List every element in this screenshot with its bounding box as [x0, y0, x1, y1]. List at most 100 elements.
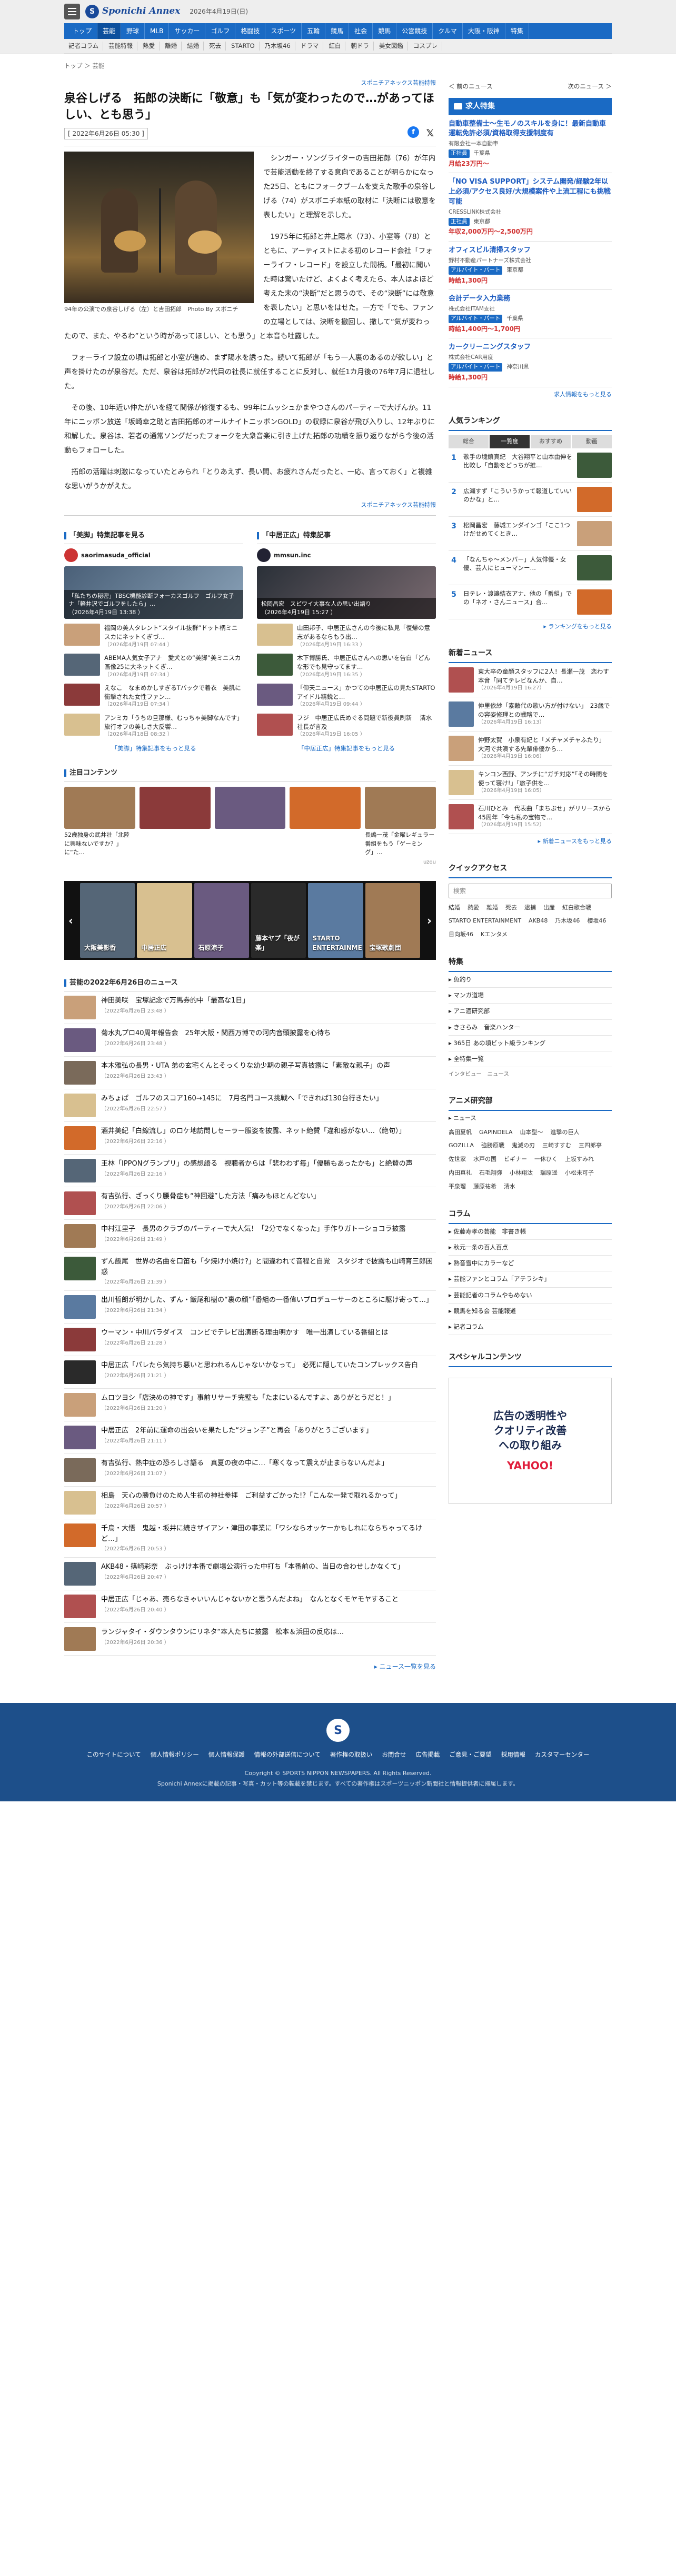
anime-tag[interactable]: 進撃の巨人 [550, 1127, 579, 1138]
feature-list-item[interactable]: えなこ なまめかしすぎるTバックで着衣 美肌に衝撃された女性ファン… （2026年… [64, 684, 243, 709]
anime-tag[interactable]: ビギナー [504, 1154, 527, 1165]
anime-tag[interactable]: 一休ひく [534, 1154, 558, 1165]
column-item[interactable]: ▸ 佐藤寿孝の芸能 非書き帳 [449, 1224, 612, 1240]
footer-link[interactable]: 情報の外部送信について [254, 1750, 321, 1759]
job-listing[interactable]: 会計データ入力業務 株式会社ITAM支社 アルバイト・パート 千葉県 時給1,400円〜… [449, 290, 612, 339]
footer-logo[interactable]: S [326, 1719, 350, 1742]
tokushu-item[interactable]: ▸ アニ酒研究部 [449, 1004, 612, 1020]
footer-link[interactable]: 採用情報 [501, 1750, 525, 1759]
nav-item[interactable]: サッカー [169, 23, 206, 39]
footer-link[interactable]: 個人情報ポリシー [151, 1750, 199, 1759]
jobs-more-link[interactable]: 求人情報をもっと見る [449, 390, 612, 399]
quick-tag[interactable]: 日向坂46 [449, 929, 473, 940]
notable-card[interactable] [290, 787, 361, 857]
carousel-slide[interactable]: 石原涼子 [194, 883, 249, 958]
feature-main-image[interactable]: 「私たちの秘密」TBSC機能診断フォーカスゴルフ ゴルフ女子ナ「軽井沢でゴルフを… [64, 566, 243, 619]
news-list-item[interactable]: みちょぱ ゴルフのスコア160→145に 7月名門コース挑戦へ「できれば130台… [64, 1089, 436, 1122]
latest-news-item[interactable]: 東大卒の童顔スタッフに2人！長瀬一茂 恋わす本音「同てテレビなんか、自… （202… [449, 663, 612, 697]
news-list-item[interactable]: 本木雅弘の長男・UTA 弟の玄宅くんとそっくりな幼少期の親子写真披露に「素敵な親… [64, 1057, 436, 1090]
feature-list-item[interactable]: 「仰天ニュース」かつての中居正広の見たSTARTOアイドル精鋭と… （2026年4… [257, 684, 436, 709]
footer-link[interactable]: 広告掲載 [415, 1750, 440, 1759]
quick-tag[interactable]: 離婚 [486, 903, 498, 913]
quick-tag[interactable]: 死去 [505, 903, 517, 913]
anime-tag[interactable]: 小松未可子 [565, 1168, 594, 1178]
carousel-slide[interactable]: 中居正広 [137, 883, 192, 958]
footer-link[interactable]: 著作権の取扱い [330, 1750, 373, 1759]
subnav-item[interactable]: 乃木坂46 [261, 41, 295, 51]
ranking-item[interactable]: 3 松岡昌宏 藤城エンダインゴ「ここ1つけだせめてくとき… [449, 517, 612, 551]
prev-news-link[interactable]: ＜ 前のニュース [449, 82, 493, 91]
ranking-tab[interactable]: 総合 [449, 435, 489, 448]
subnav-item[interactable]: 紅白 [324, 41, 346, 51]
anime-tag[interactable]: 内田真礼 [449, 1168, 472, 1178]
news-list-item[interactable]: 有吉弘行、熱中症の恐ろしさ語る 真夏の夜の中に…「寒くなって震えが止まらないんだ… [64, 1454, 436, 1487]
breadcrumb-category[interactable]: 芸能 [92, 62, 104, 69]
anime-news-link[interactable]: ▸ ニュース [449, 1114, 612, 1123]
nav-item[interactable]: 五輪 [302, 23, 326, 39]
news-list-item[interactable]: ランジャタイ・ダウンタウンにリネタ“本人たちに披露 松本＆浜田の反応は… （202… [64, 1623, 436, 1656]
nav-item[interactable]: 競馬 [325, 23, 350, 39]
tokushu-item[interactable]: ▸ 魚釣り [449, 972, 612, 988]
news-list-item[interactable]: 有吉弘行、ざっくり腰骨症も“神回避”した方法「痛みもほとんどない」 （2022年6… [64, 1187, 436, 1220]
job-listing[interactable]: 自動車整備士〜生モノのスキルを身に！最新自動車運転免許必須/資格取得支援制度有有… [449, 115, 612, 174]
feature-list-item[interactable]: フジ 中居正広氏めぐる問題で新役員刷新 清水社長が言及 （2026年4月19日 1… [257, 713, 436, 739]
notable-card[interactable] [214, 787, 286, 857]
ranking-item[interactable]: 2 広瀬すず「こういうかって報道していいのかな」と… [449, 483, 612, 517]
column-item[interactable]: ▸ 記者コラム [449, 1319, 612, 1336]
latest-news-item[interactable]: キンコン西野、アンチに“ガチ対応”「その時間を使って寝け!」「旅子供を… （202… [449, 766, 612, 800]
subnav-item[interactable]: 死去 [205, 41, 226, 51]
profile-link[interactable]: saorimasuda_official [64, 548, 243, 563]
nav-item[interactable]: クルマ [433, 23, 463, 39]
footer-link[interactable]: お問合せ [382, 1750, 406, 1759]
special-ad-banner[interactable]: 広告の透明性や クオリティ改善 への取り組み YAHOO! [449, 1378, 612, 1505]
notable-card[interactable]: 長嶋一茂「金曜レギュラー番組をもう「ゲーミング」… [365, 787, 436, 857]
anime-tag[interactable]: 三四郎亭 [579, 1140, 602, 1151]
carousel-slide[interactable]: STARTO ENTERTAINMENT [308, 883, 363, 958]
subnav-item[interactable]: 離婚 [161, 41, 182, 51]
anime-tag[interactable]: 強勝原戦 [481, 1140, 504, 1151]
feature-main-image[interactable]: 松岡昌宏 スピワイ大事な人の思い出語り （2026年4月19日 15:27 ） [257, 566, 436, 619]
news-list-item[interactable]: ウーマン・中川パラダイス コンビでテレビ出演断る理由明かす 唯一出演している番組… [64, 1324, 436, 1357]
tokushu-item[interactable]: ▸ きさらみ 音楽ハンター [449, 1020, 612, 1036]
subnav-item[interactable]: ドラマ [296, 41, 324, 51]
subnav-item[interactable]: コスプレ [409, 41, 442, 51]
news-list-item[interactable]: 中村江里子 長男のクラブのパーティーで大人気！「2分でなくなった」手作りガトーシ… [64, 1220, 436, 1253]
nav-item[interactable]: 格闘技 [235, 23, 266, 39]
next-news-link[interactable]: 次のニュース ＞ [568, 82, 612, 91]
anime-tag[interactable]: 水戸の国 [473, 1154, 496, 1165]
anime-tag[interactable]: 瑞原遥 [540, 1168, 558, 1178]
quick-tag[interactable]: STARTO ENTERTAINMENT [449, 916, 521, 926]
news-list-item[interactable]: ずん飯尾 世界の名曲を口笛も「夕焼け小焼け?」と間違われて音程と自覚 スタジオで… [64, 1252, 436, 1291]
nav-item[interactable]: 大阪・阪神 [463, 23, 505, 39]
subnav-item[interactable]: 美女図鑑 [375, 41, 408, 51]
article-source-top[interactable]: スポニチアネックス芸能特報 [64, 79, 436, 88]
quick-tag[interactable]: 乃木坂46 [555, 916, 580, 926]
quick-tag[interactable]: 出産 [543, 903, 555, 913]
feature-heading[interactable]: 「中居正広」特集記事 [257, 527, 436, 545]
feature-list-item[interactable]: 山田邦子、中居正広さんの今後に私見「復帰の意志があるならもう出… （2026年4月… [257, 624, 436, 649]
feature-more-link[interactable]: 「美脚」特集記事をもっと見る [64, 744, 243, 753]
anime-tag[interactable]: 三崎すすむ [542, 1140, 571, 1151]
search-input[interactable]: 検索 [449, 883, 612, 898]
latest-news-item[interactable]: 石川ひとみ 代表曲「まちぶせ」がリリースから45周年「今も私の宝物で… （2026… [449, 800, 612, 834]
news-list-item[interactable]: 出川哲朗が明かした、ずん・飯尾和樹の“裏の顔”「番組の一番偉いプロデューサーのと… [64, 1291, 436, 1324]
anime-tag[interactable]: GOZILLA [449, 1140, 474, 1151]
latest-more-link[interactable]: ▸ 新着ニュースをもっと見る [449, 837, 612, 846]
job-listing[interactable]: カークリーニングスタッフ 株式会社CAR用度 アルバイト・パート 神奈川県 時給1,30… [449, 338, 612, 387]
nav-item[interactable]: スポーツ [265, 23, 302, 39]
footer-link[interactable]: ご意見・ご要望 [449, 1750, 492, 1759]
latest-news-item[interactable]: 仲里依紗「素敵代の歌い方が付けない」 23歳での容姿修理との戦略で… （2026年… [449, 697, 612, 731]
carousel-slide[interactable]: 大阪美影香 [80, 883, 135, 958]
x-share-icon[interactable]: 𝕏 [424, 126, 436, 141]
ranking-item[interactable]: 5 日テレ・渡邉結衣アナ、他の「番組」での「ネオ・さんニュース」合… [449, 585, 612, 619]
feature-list-item[interactable]: 木下博勝氏、中居正広さんへの思いを告白「どんな形でも見守ってます… （2026年4… [257, 654, 436, 679]
ranking-tab[interactable]: 動画 [572, 435, 612, 448]
facebook-share-icon[interactable]: f [407, 126, 419, 138]
carousel-slide[interactable]: 宝塚歌劇団 [365, 883, 420, 958]
job-listing[interactable]: オフィスビル清掃スタッフ 野村不動産パートナーズ株式会社 アルバイト・パート 東京都時… [449, 242, 612, 290]
quick-tag[interactable]: 紅白歌合戦 [562, 903, 591, 913]
subnav-item[interactable]: 記者コラム [64, 41, 104, 51]
profile-link[interactable]: mmsun.inc [257, 548, 436, 563]
menu-button[interactable] [64, 4, 80, 19]
footer-link[interactable]: カスタマーセンター [535, 1750, 590, 1759]
